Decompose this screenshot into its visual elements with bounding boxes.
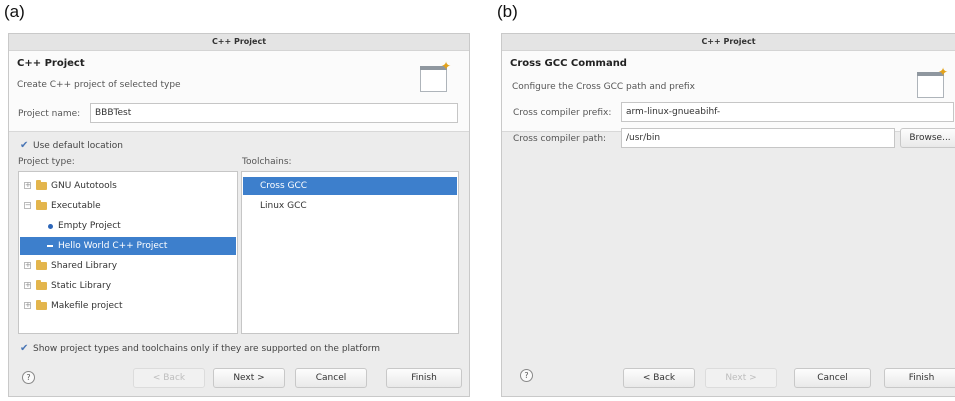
project-name-label: Project name: [18,109,81,119]
toolchain-item-linux-gcc[interactable]: Linux GCC [243,197,457,215]
cpp-project-dialog-a: C++ Project C++ Project Create C++ proje… [8,33,470,397]
toolchains-list[interactable]: Cross GCC Linux GCC [241,171,459,334]
next-button[interactable]: Next > [213,368,285,388]
panel-b-label: (b) [497,2,518,21]
window-title: C++ Project [9,34,469,51]
tree-item-label: Hello World C++ Project [58,241,168,251]
tree-item-gnu-autotools[interactable]: + GNU Autotools [20,177,236,195]
tree-item-makefile-project[interactable]: + Makefile project [20,297,236,315]
browse-button[interactable]: Browse... [900,128,955,148]
panel-a-label: (a) [4,2,25,21]
folder-icon [36,260,47,270]
dash-icon [47,245,53,247]
new-project-wizard-icon: ✦ [914,66,948,102]
expand-icon[interactable]: + [24,182,31,189]
header-description: Configure the Cross GCC path and prefix [512,82,695,92]
cancel-button[interactable]: Cancel [295,368,367,388]
finish-button[interactable]: Finish [884,368,955,388]
folder-icon [36,180,47,190]
collapse-icon[interactable]: − [24,202,31,209]
cross-compiler-path-label: Cross compiler path: [513,134,607,144]
help-icon[interactable]: ? [520,369,533,382]
tree-item-shared-library[interactable]: + Shared Library [20,257,236,275]
tree-item-label: Makefile project [51,301,123,311]
use-default-location-label: Use default location [33,141,123,151]
project-type-tree[interactable]: + GNU Autotools − Executable Empty Proje… [18,171,238,334]
tree-item-label: Empty Project [58,221,121,231]
new-project-wizard-icon: ✦ [417,60,451,96]
folder-open-icon [36,200,47,210]
expand-icon[interactable]: + [24,302,31,309]
tree-item-label: Static Library [51,281,112,291]
show-supported-label: Show project types and toolchains only i… [33,344,381,354]
toolchain-label: Linux GCC [260,201,307,211]
header-title: C++ Project [17,58,85,69]
project-name-input[interactable]: BBBTest [90,103,458,123]
back-button[interactable]: < Back [133,368,205,388]
bullet-icon [48,224,53,229]
tree-item-static-library[interactable]: + Static Library [20,277,236,295]
cpp-project-dialog-b: C++ Project Cross GCC Command Configure … [501,33,955,397]
cross-compiler-prefix-input[interactable]: arm-linux-gnueabihf- [621,102,954,122]
tree-item-executable[interactable]: − Executable [20,197,236,215]
tree-item-empty-project[interactable]: Empty Project [20,217,236,235]
tree-item-label: Executable [51,201,101,211]
cross-compiler-prefix-label: Cross compiler prefix: [513,108,612,118]
finish-button[interactable]: Finish [386,368,462,388]
project-type-label: Project type: [18,157,75,167]
cross-compiler-path-input[interactable]: /usr/bin [621,128,895,148]
header-description: Create C++ project of selected type [17,80,181,90]
show-supported-checkbox[interactable]: ✔ [20,344,29,354]
folder-icon [36,300,47,310]
header-title: Cross GCC Command [510,58,627,69]
tree-item-hello-world-cpp-project[interactable]: Hello World C++ Project [20,237,236,255]
tree-item-label: Shared Library [51,261,118,271]
cancel-button[interactable]: Cancel [794,368,871,388]
toolchain-label: Cross GCC [260,181,308,191]
use-default-location-checkbox[interactable]: ✔ [20,141,29,151]
next-button[interactable]: Next > [705,368,777,388]
help-icon[interactable]: ? [22,371,35,384]
tree-item-label: GNU Autotools [51,181,117,191]
toolchains-label: Toolchains: [242,157,292,167]
expand-icon[interactable]: + [24,282,31,289]
toolchain-item-cross-gcc[interactable]: Cross GCC [243,177,457,195]
expand-icon[interactable]: + [24,262,31,269]
folder-icon [36,280,47,290]
back-button[interactable]: < Back [623,368,695,388]
window-title: C++ Project [502,34,955,51]
